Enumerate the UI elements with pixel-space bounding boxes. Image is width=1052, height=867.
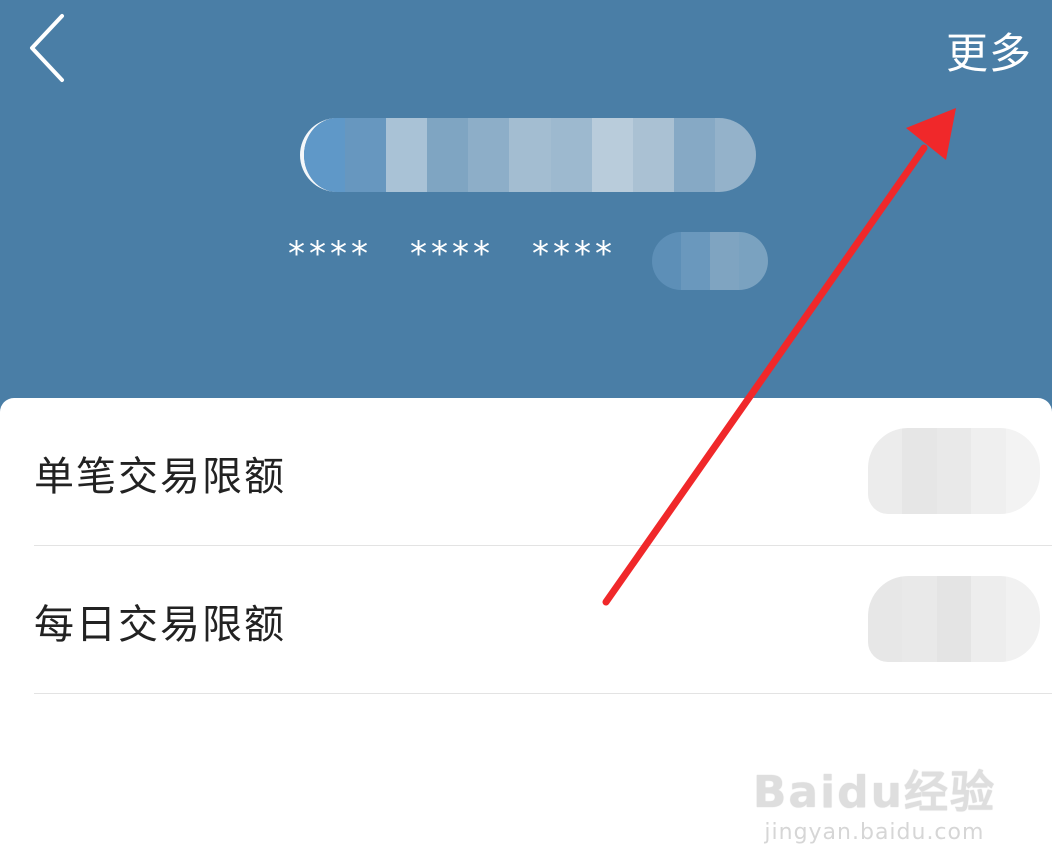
card-number-tail-blurred — [652, 232, 768, 290]
card-number-group: **** — [288, 234, 372, 274]
card-number: **** **** **** — [288, 234, 654, 274]
card-number-group: **** — [410, 234, 494, 274]
watermark-logo: Baidu经验 — [752, 767, 996, 818]
single-transaction-limit-row[interactable]: 单笔交易限额 — [34, 398, 1052, 546]
daily-transaction-limit-value-blurred — [868, 576, 1040, 662]
watermark-url: jingyan.baidu.com — [764, 820, 985, 845]
single-transaction-limit-label: 单笔交易限额 — [34, 454, 286, 500]
single-transaction-limit-value-blurred — [868, 428, 1040, 514]
card-header: 更多 **** **** **** — [0, 0, 1052, 420]
daily-transaction-limit-row[interactable]: 每日交易限额 — [34, 546, 1052, 694]
card-holder-name-blurred — [300, 118, 756, 192]
card-number-group: **** — [532, 234, 616, 274]
chevron-left-icon — [30, 14, 64, 82]
back-button[interactable] — [22, 12, 78, 84]
more-button[interactable]: 更多 — [946, 20, 1032, 81]
daily-transaction-limit-label: 每日交易限额 — [34, 602, 286, 648]
baidu-jingyan-watermark: Baidu经验 jingyan.baidu.com — [753, 756, 996, 845]
